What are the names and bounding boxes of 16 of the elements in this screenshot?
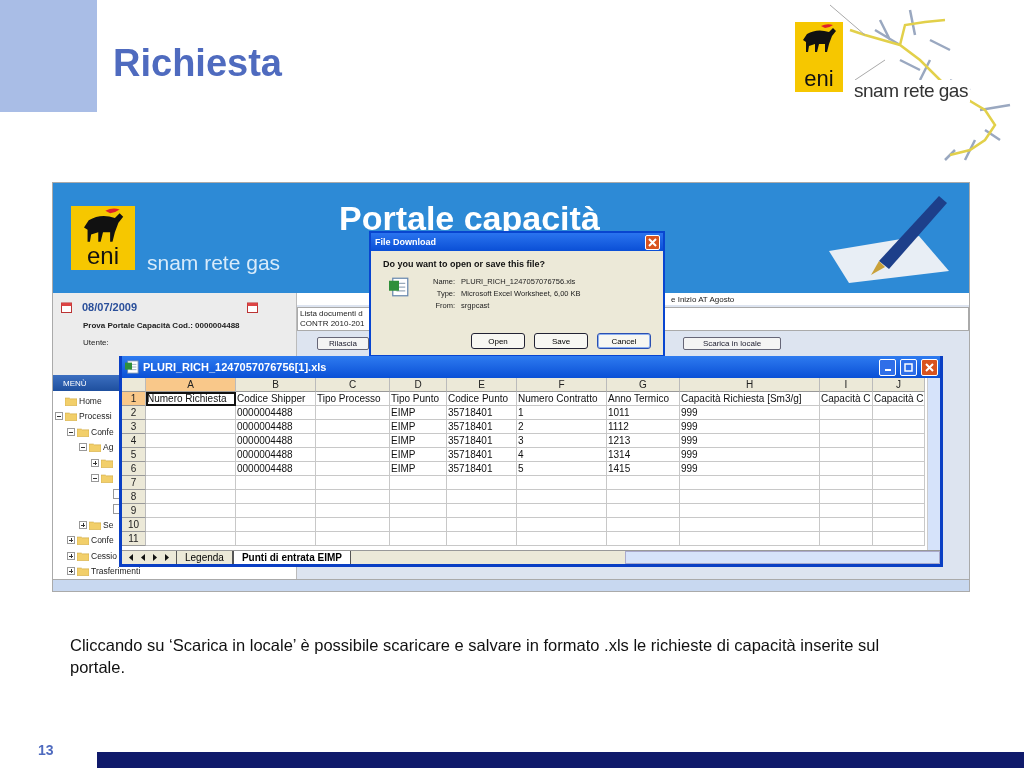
logo-wordmark: snam rete gas <box>852 80 970 102</box>
dialog-title: File Download <box>375 237 436 247</box>
logo-badge: eni <box>71 206 135 270</box>
user-label: Utente: <box>82 338 110 347</box>
company-text: Prova Portale Capacità Cod.: 0000004488 <box>82 321 241 330</box>
page-number: 13 <box>37 742 55 760</box>
window-title: PLURI_RICH_1247057076756[1].xls <box>143 361 327 373</box>
caption-text: Cliccando su ‘Scarica in locale’ è possibile scaricare e salvare in formato .xls le richieste di capacità inserite sul portale. <box>70 635 881 678</box>
dialog-question: Do you want to open or save this file? <box>383 259 547 269</box>
slide-title: Richiesta <box>113 42 282 86</box>
logo-wordmark: snam rete gas <box>147 251 281 275</box>
logo-badge: eni <box>795 22 843 92</box>
date-text: 08/07/2009 <box>82 301 138 313</box>
header-text: e Inizio AT Agosto <box>671 294 735 304</box>
portal-title: Portale capacità <box>339 199 600 238</box>
menu-label: MENÙ <box>63 378 87 388</box>
